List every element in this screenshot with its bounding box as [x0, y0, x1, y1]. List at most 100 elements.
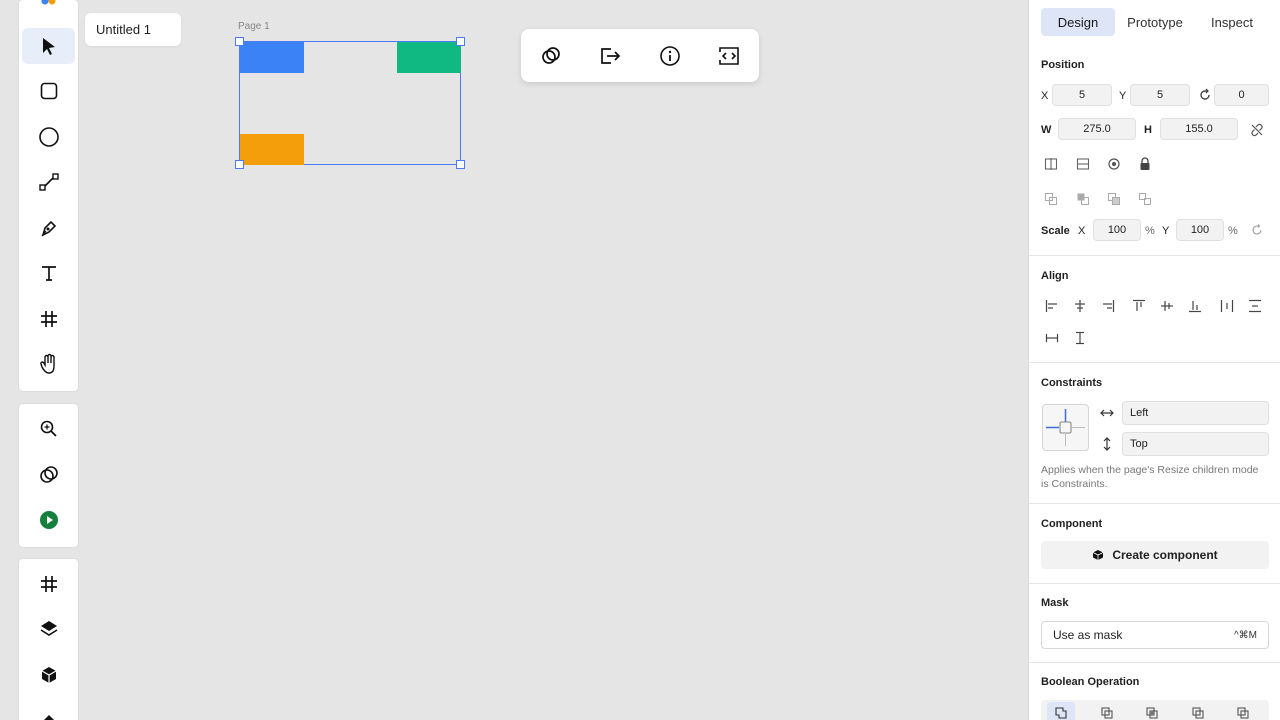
align-center-horizontal-icon[interactable] [1072, 298, 1088, 314]
divider [1029, 662, 1280, 663]
h-label: H [1144, 124, 1152, 136]
path-tool-icon[interactable] [22, 164, 75, 200]
orange-rectangle[interactable] [240, 134, 304, 165]
ellipse-tool-icon[interactable] [22, 119, 75, 155]
scale-y-label: Y [1162, 225, 1170, 237]
align-bottom-icon[interactable] [1187, 298, 1203, 314]
resize-handle-bottom-right[interactable] [456, 160, 465, 169]
hand-tool-icon[interactable] [22, 346, 75, 382]
flip-horizontal-icon[interactable] [1043, 156, 1059, 172]
rectangle-tool-icon[interactable] [22, 73, 75, 109]
boolean-operations [1041, 700, 1269, 720]
green-rectangle[interactable] [397, 42, 461, 73]
send-backward-icon[interactable] [1106, 191, 1122, 207]
horizontal-constraint-select[interactable]: Left [1122, 401, 1269, 425]
constraints-note: Applies when the page's Resize children … [1041, 464, 1259, 490]
subtract-icon[interactable] [1093, 702, 1121, 720]
scale-x-label: X [1078, 225, 1086, 237]
boolean-title: Boolean Operation [1041, 676, 1140, 688]
flip-vertical-icon[interactable] [1075, 156, 1091, 172]
tab-inspect[interactable]: Inspect [1195, 8, 1269, 36]
align-center-vertical-icon[interactable] [1159, 298, 1175, 314]
tab-design[interactable]: Design [1041, 8, 1115, 36]
app-logo-icon [22, 0, 75, 12]
align-right-icon[interactable] [1100, 298, 1116, 314]
constraints-widget[interactable] [1042, 404, 1089, 451]
blue-rectangle[interactable] [240, 42, 304, 73]
components-panel-icon[interactable] [22, 657, 75, 693]
bring-forward-icon[interactable] [1043, 191, 1059, 207]
pen-tool-icon[interactable] [22, 210, 75, 246]
frames-panel-icon[interactable] [22, 566, 75, 602]
vertical-constraint-icon [1099, 436, 1115, 452]
align-top-icon[interactable] [1131, 298, 1147, 314]
resize-handle-bottom-left[interactable] [235, 160, 244, 169]
tools-toolbar [19, 0, 78, 391]
divider [1029, 362, 1280, 363]
use-as-mask-button[interactable]: Use as mask ^⌘M [1041, 621, 1269, 649]
tidy-horizontal-icon[interactable] [1044, 330, 1060, 346]
divider [1029, 583, 1280, 584]
tab-prototype[interactable]: Prototype [1118, 8, 1192, 36]
file-name: Untitled 1 [96, 22, 151, 37]
create-component-button[interactable]: Create component [1041, 541, 1269, 569]
selected-frame[interactable] [239, 41, 461, 165]
code-icon[interactable] [714, 41, 744, 71]
position-title: Position [1041, 59, 1085, 71]
send-to-back-icon[interactable] [1137, 191, 1153, 207]
width-input[interactable]: 275.0 [1058, 118, 1136, 140]
x-label: X [1041, 90, 1049, 102]
distribute-vertical-icon[interactable] [1247, 298, 1263, 314]
scale-y-input[interactable]: 100 [1176, 219, 1224, 241]
union-icon[interactable] [1047, 702, 1075, 720]
assets-panel-icon[interactable] [22, 703, 75, 720]
divider [1029, 503, 1280, 504]
file-tab[interactable]: Untitled 1 [85, 13, 181, 46]
flatten-icon[interactable] [1229, 702, 1257, 720]
panels-toolbar [19, 559, 78, 720]
play-tool-icon[interactable] [22, 502, 75, 538]
component-title: Component [1041, 518, 1103, 530]
w-label: W [1041, 124, 1052, 136]
distribute-horizontal-icon[interactable] [1219, 298, 1235, 314]
frame-tool-icon[interactable] [22, 301, 75, 337]
height-input[interactable]: 155.0 [1160, 118, 1238, 140]
scale-label: Scale [1041, 225, 1070, 237]
export-icon[interactable] [595, 41, 625, 71]
floating-action-bar [521, 29, 759, 82]
info-icon[interactable] [655, 41, 685, 71]
properties-panel: Design Prototype Inspect Position X 5 Y … [1028, 0, 1280, 720]
tidy-vertical-icon[interactable] [1072, 330, 1088, 346]
rotation-input[interactable]: 0 [1214, 84, 1269, 106]
scale-x-unit: % [1145, 225, 1155, 237]
constraints-title: Constraints [1041, 377, 1103, 389]
zoom-tool-icon[interactable] [22, 411, 75, 447]
exclude-icon[interactable] [1184, 702, 1212, 720]
reset-scale-icon[interactable] [1250, 223, 1264, 237]
lock-icon[interactable] [1137, 156, 1153, 172]
divider [1029, 255, 1280, 256]
page-label: Page 1 [238, 21, 270, 32]
text-tool-icon[interactable] [22, 255, 75, 291]
constrain-proportions-icon[interactable] [1248, 121, 1266, 139]
link-icon[interactable] [536, 41, 566, 71]
panel-tabs: Design Prototype Inspect [1029, 0, 1280, 44]
vertical-constraint-select[interactable]: Top [1122, 432, 1269, 456]
align-left-icon[interactable] [1044, 298, 1060, 314]
boolean-tool-icon[interactable] [22, 457, 75, 493]
view-toolbar [19, 404, 78, 547]
mask-title: Mask [1041, 597, 1069, 609]
use-as-mask-label: Use as mask [1053, 628, 1123, 642]
y-input[interactable]: 5 [1130, 84, 1190, 106]
resize-handle-top-left[interactable] [235, 37, 244, 46]
target-icon[interactable] [1106, 156, 1122, 172]
scale-x-input[interactable]: 100 [1093, 219, 1141, 241]
x-input[interactable]: 5 [1052, 84, 1112, 106]
bring-to-front-icon[interactable] [1075, 191, 1091, 207]
scale-y-unit: % [1228, 225, 1238, 237]
resize-handle-top-right[interactable] [456, 37, 465, 46]
pointer-tool-icon[interactable] [22, 28, 75, 64]
layers-panel-icon[interactable] [22, 611, 75, 647]
rotation-icon [1197, 87, 1213, 103]
intersect-icon[interactable] [1138, 702, 1166, 720]
